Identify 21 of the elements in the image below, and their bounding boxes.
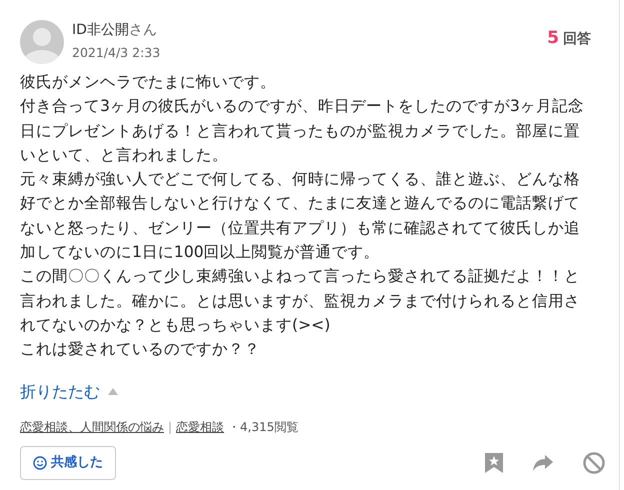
question-paragraph: 付き合って3ヶ月の彼氏がいるのですが、昨日デートをしたのですが3ヶ月記念日にプレゼントあげる！と言われて貰ったものが監視カメラでした。部屋に置いといて、と言われました。 — [20, 96, 585, 166]
question-paragraph: 彼氏がメンヘラでたまに怖いです。 — [20, 72, 277, 93]
honorific: さん — [128, 22, 157, 38]
empathy-button[interactable]: 共感した — [20, 446, 116, 480]
user-name: ID非公開 — [72, 22, 129, 38]
category-link[interactable]: 恋愛相談、人間関係の悩み — [20, 420, 164, 434]
category-link[interactable]: 恋愛相談 — [176, 420, 224, 434]
share-icon[interactable] — [533, 454, 553, 471]
view-count: ・4,315閲覧 — [228, 420, 298, 434]
question-paragraph: これは愛されているのですか？？ — [20, 339, 261, 360]
separator: | — [168, 420, 172, 434]
answer-count: 5 — [547, 27, 559, 50]
smiley-icon — [33, 456, 47, 470]
avatar-icon — [20, 20, 64, 64]
question-paragraph: この間〇〇くんって少し束縛強いよねって言ったら愛されてる証拠だよ！！と言われました。確かに。とは思いますが、監視カメラまで付けられると信用されてないのかな？とも思っちゃいます(><) — [20, 266, 581, 336]
bookmark-icon[interactable] — [485, 452, 503, 473]
post-date: 2021/4/3 2:33 — [72, 45, 160, 60]
block-icon[interactable] — [583, 452, 605, 474]
question-paragraph: 元々束縛が強い人でどこで何してる、何時に帰ってくる、誰と遊ぶ、どんな格好でとか全部報告しないと行けなくて、たまに友達と遊んでるのに電話繋げてないと怒ったり、ゼンリー（位置共有アプリ）も常に確認されてて彼氏しか追加してないのに1日に100回以上閲覧が普通です。 — [20, 169, 581, 264]
answer-label: 回答 — [563, 30, 591, 49]
collapse-link[interactable]: 折りたたむ — [20, 380, 100, 404]
